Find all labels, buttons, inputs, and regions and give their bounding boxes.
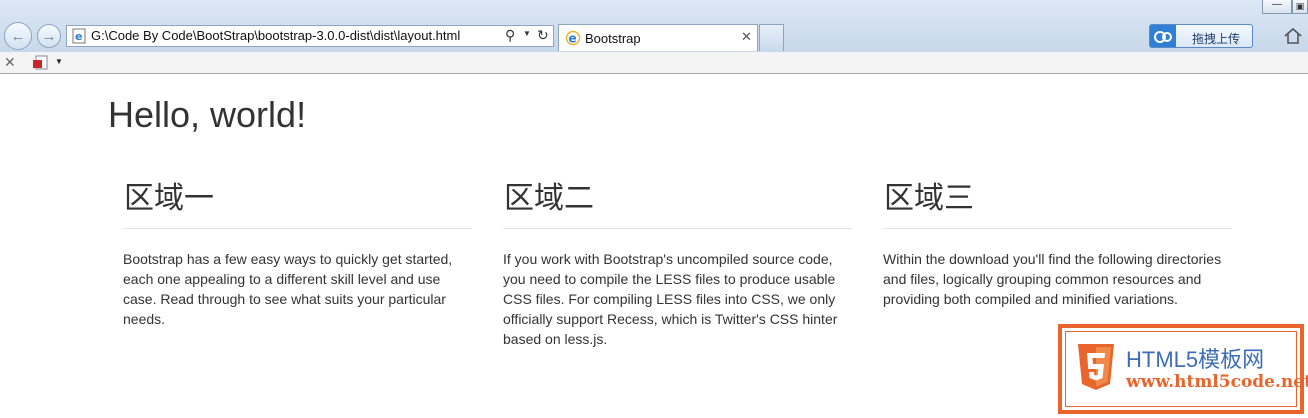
region-text: Within the download you'll find the foll… [883, 251, 1222, 307]
command-bar: ✕ ▼ [0, 52, 1308, 74]
html5-shield-icon [1078, 344, 1114, 390]
page-title: Hello, world! [108, 94, 307, 135]
back-arrow-icon: ← [10, 28, 26, 45]
address-url: G:\Code By Code\BootStrap\bootstrap-3.0.… [91, 28, 461, 43]
maximize-button[interactable]: ▣ [1292, 0, 1308, 14]
minimize-button[interactable]: — [1262, 0, 1292, 14]
ie-tab-icon: e [565, 30, 581, 46]
svg-text:e: e [569, 32, 577, 46]
region-column: 区域二 If you work with Bootstrap's uncompi… [503, 178, 852, 349]
browser-titlebar: ← → e G:\Code By Code\BootStrap\bootstra… [0, 0, 1308, 52]
forward-arrow-icon: → [41, 28, 57, 45]
tab-title: Bootstrap [585, 31, 641, 46]
forward-button[interactable]: → [37, 24, 61, 48]
ie-page-icon: e [72, 28, 86, 44]
upload-button[interactable]: 拖拽上传 [1149, 24, 1253, 48]
svg-text:e: e [75, 30, 82, 43]
watermark-name: HTML5模板网 [1126, 347, 1265, 372]
search-icon[interactable]: ⚲ [505, 27, 515, 44]
tab-bootstrap[interactable]: e Bootstrap ✕ [558, 24, 758, 51]
cloud-upload-icon [1150, 25, 1176, 47]
pdf-icon[interactable] [33, 55, 49, 70]
close-icon[interactable]: ✕ [4, 54, 16, 71]
region-column: 区域一 Bootstrap has a few easy ways to qui… [123, 178, 472, 329]
refresh-icon[interactable]: ↻ [537, 27, 549, 44]
address-bar[interactable]: e G:\Code By Code\BootStrap\bootstrap-3.… [66, 25, 554, 47]
region-text: If you work with Bootstrap's uncompiled … [503, 251, 838, 347]
dropdown-arrow-icon[interactable]: ▼ [523, 29, 531, 38]
region-column: 区域三 Within the download you'll find the … [883, 178, 1232, 309]
back-button[interactable]: ← [4, 22, 32, 50]
region-text: Bootstrap has a few easy ways to quickly… [123, 251, 453, 327]
watermark-url: www.html5code.net [1126, 372, 1308, 392]
region-heading: 区域三 [883, 178, 1232, 229]
watermark-logo: HTML5模板网 www.html5code.net [1058, 324, 1308, 414]
upload-label: 拖拽上传 [1192, 32, 1241, 46]
tab-close-icon[interactable]: ✕ [741, 29, 752, 45]
home-icon[interactable] [1283, 26, 1303, 46]
new-tab-button[interactable] [759, 24, 784, 51]
region-heading: 区域一 [123, 178, 472, 229]
chevron-down-icon[interactable]: ▼ [55, 57, 63, 66]
region-heading: 区域二 [503, 178, 852, 229]
